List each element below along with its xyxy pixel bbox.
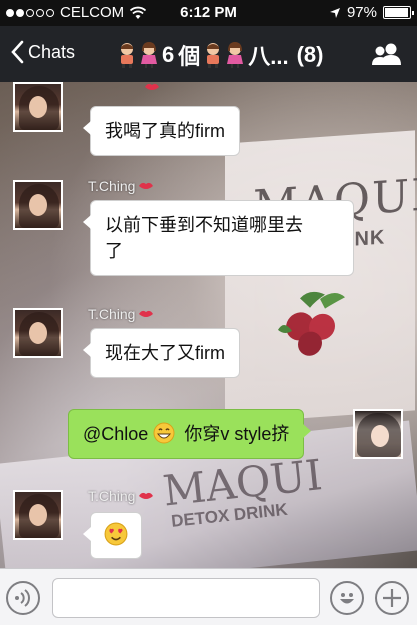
battery-icon (383, 6, 414, 19)
navigation-bar: Chats 6 個 八... (8) (0, 26, 417, 82)
input-bar (0, 568, 417, 625)
sender-name: T.Ching (88, 178, 154, 194)
voice-button[interactable] (6, 581, 40, 615)
avatar[interactable] (13, 308, 63, 358)
plus-icon (383, 589, 401, 607)
sender-name: T.Ching (88, 306, 154, 322)
chat-title[interactable]: 6 個 八... (8) (118, 39, 324, 71)
lips-icon (139, 310, 154, 317)
chevron-left-icon (11, 40, 24, 64)
sender-name: T.Ching (88, 488, 154, 504)
title-number: 6 (162, 42, 175, 67)
berries-image (278, 291, 345, 356)
contacts-icon[interactable] (371, 42, 403, 66)
lips-icon (139, 492, 154, 499)
back-label: Chats (28, 41, 76, 62)
message-bubble[interactable]: 我喝了真的firm (83, 106, 240, 156)
message-bubble[interactable]: 以前下垂到不知道哪里去 了 (83, 200, 354, 276)
message-text: 了 (105, 241, 123, 261)
add-button[interactable] (375, 581, 409, 615)
message-bubble-outgoing[interactable]: @Chloe 你穿v style挤 (68, 409, 312, 459)
back-button[interactable]: Chats (10, 40, 75, 64)
avatar[interactable] (13, 82, 63, 132)
boy-emoji-icon (121, 43, 133, 68)
message-text: 以前下垂到不知道哪里去 (105, 215, 303, 235)
message-text: 现在大了又firm (105, 343, 225, 363)
message-bubble[interactable] (83, 512, 142, 559)
member-count: (8) (296, 42, 324, 67)
smiley-icon (340, 593, 354, 604)
mention-text: @Chloe (83, 424, 149, 444)
girl-emoji-icon (141, 42, 157, 68)
battery-percent: 97% (346, 4, 377, 21)
grinning-emoji-icon (153, 422, 175, 444)
girl-emoji-icon (227, 42, 244, 68)
self-avatar[interactable] (353, 409, 403, 459)
lips-icon (145, 83, 159, 90)
message-bubble[interactable]: 现在大了又firm (83, 328, 240, 378)
avatar[interactable] (13, 490, 63, 540)
status-right: 97% (329, 4, 414, 21)
location-arrow-icon (329, 7, 340, 18)
background-product-box: MAQUI DRINK (225, 130, 417, 424)
title-char: 個 (178, 44, 201, 69)
avatar[interactable] (13, 180, 63, 230)
boy-emoji-icon (207, 43, 220, 68)
message-text: 我喝了真的firm (105, 121, 225, 141)
emoji-button[interactable] (330, 581, 364, 615)
heart-eyes-emoji-icon (104, 522, 128, 546)
title-tail: 八... (248, 44, 289, 69)
message-text: 你穿v style挤 (184, 424, 290, 444)
chat-area[interactable]: MAQUI DRINK MAQUI DETOX DRINK 我喝了真的firm … (0, 82, 417, 568)
voice-icon (15, 589, 30, 607)
status-bar: CELCOM 6:12 PM 97% (0, 0, 417, 26)
lips-icon (139, 182, 154, 189)
message-input[interactable] (52, 578, 320, 618)
